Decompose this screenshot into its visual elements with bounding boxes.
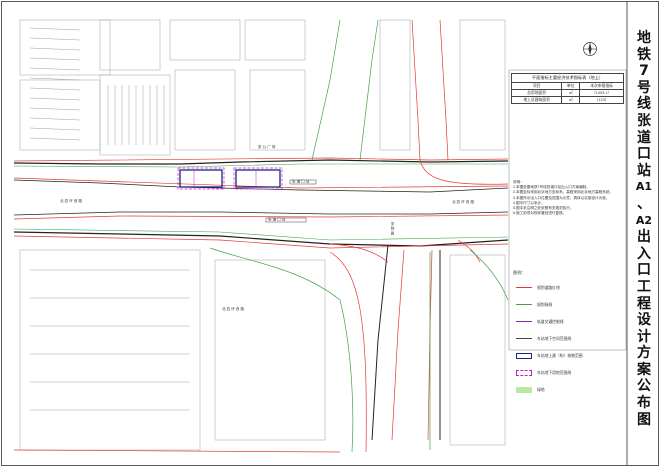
title-char: 计 (637, 328, 651, 345)
legend-item: 车站地下空间范围线 (513, 331, 623, 348)
title-char: A2 (635, 213, 653, 227)
title-char: A1 (635, 180, 653, 194)
table-header: 单位 (561, 82, 581, 90)
road-label-west: 北 四 环 西 路 (60, 198, 82, 203)
legend-swatch (516, 370, 532, 376)
legend-label: 车站地下空间范围线 (537, 337, 572, 341)
title-char: 线 (637, 96, 651, 113)
south-block-label: 北 四 环 西 路 (222, 306, 244, 311)
title-char: 布 (637, 395, 651, 412)
legend-swatch (516, 304, 532, 308)
title-char: 工 (637, 278, 651, 295)
title-char: 站 (637, 162, 651, 179)
title-char: 程 (637, 295, 651, 312)
title-char: 7 (639, 63, 649, 80)
legend: 图例： 规划道路红线 规划绿线轨道交通控制线车站地下空间范围线车站地上建（构）筑物… (513, 270, 623, 399)
red-line-lower (13, 251, 367, 453)
title-char: 铁 (637, 46, 651, 63)
indicator-table: 项目 单位 本次申报指标 总用地面积㎡（1403.1） 地上总建筑面积㎡（123） (510, 82, 624, 104)
legend-item: 车站地下用地范围线 (513, 365, 623, 382)
legend-item: 绿地 (513, 382, 623, 399)
legend-label: 车站地下用地范围线 (537, 371, 572, 375)
title-char: 案 (637, 361, 651, 378)
legend-label: 规划绿线 (537, 303, 553, 307)
legend-item: 车站地上建（构）筑物范围 (513, 348, 623, 365)
legend-label: 规划道路红线 (537, 286, 560, 290)
legend-item: 轨道交通控制线 (513, 314, 623, 331)
title-char: 张 (637, 112, 651, 129)
legend-title: 图例： (513, 270, 526, 275)
notes: 说明： 1.本图依据地铁7号线张道口站出入口方案编制。 2.本图坐标采用北京地方坐… (513, 180, 623, 216)
station-entrances (177, 167, 317, 223)
legend-swatch (516, 353, 532, 359)
drawing-sheet: 北 四 环 西 路 北 四 环 西 路 张 公 广 场 张 道 口 站 张 道 … (0, 0, 660, 467)
table-cell: （1403.1） (579, 89, 624, 97)
legend-label: 轨道交通控制线 (537, 320, 564, 324)
title-char: 号 (637, 79, 651, 96)
title-char: 方 (637, 345, 651, 362)
legend-item: 规划绿线 (513, 297, 623, 314)
legend-swatch (516, 321, 532, 325)
table-cell: 地上总建筑面积 (510, 96, 563, 104)
station-label: 张 道 口 站 (292, 179, 310, 184)
legend-label: 车站地上建（构）筑物范围 (537, 354, 583, 358)
entrance-a2 (235, 169, 281, 188)
note-line: 6.施工前须对现状管线进行复核。 (513, 211, 567, 216)
cross-road (329, 19, 509, 441)
table-cell: （123） (579, 96, 624, 104)
table-row: 地上总建筑面积㎡（123） (510, 96, 624, 104)
title-char: 口 (637, 262, 651, 279)
main-road (13, 157, 509, 249)
title-char: 口 (637, 146, 651, 163)
drawing-title: 地铁 7 号线张道口站 A1、 A2 出入口工程设计方案公布图 (628, 30, 660, 430)
table-header: 项目 (510, 82, 563, 90)
title-char: 出 (637, 229, 651, 246)
indicator-caption: 平面指标主要经济技术指标表（地上） (511, 73, 624, 82)
cross-road-label: 学 院 路 (390, 221, 395, 235)
title-char: 图 (637, 411, 651, 428)
title-char: 、 (637, 195, 651, 212)
table-cell: ㎡ (561, 89, 581, 97)
title-char: 入 (637, 245, 651, 262)
note-line: 2.本图坐标采用北京地方坐标系，高程采用北京地方高程系统。 (513, 190, 614, 195)
title-char: 设 (637, 312, 651, 329)
road-label-east: 北 四 环 西 路 (452, 199, 474, 204)
title-char: 公 (637, 378, 651, 395)
indicator-panel: 平面指标主要经济技术指标表（地上） 项目 单位 本次申报指标 总用地面积㎡（1403… (510, 73, 624, 104)
legend-swatch (516, 338, 532, 342)
legend-label: 绿地 (537, 388, 545, 392)
table-cell: ㎡ (561, 96, 581, 104)
legend-swatch (516, 287, 532, 291)
table-header: 本次申报指标 (579, 82, 624, 90)
title-char: 地 (637, 30, 651, 46)
entrance-a1-range (177, 167, 225, 190)
north-arrow-icon (583, 42, 597, 56)
legend-item: 规划道路红线 (513, 280, 623, 297)
table-cell: 总用地面积 (510, 89, 563, 97)
legend-swatch (516, 387, 532, 393)
north-lot-label: 张 公 广 场 (258, 144, 276, 149)
green-line (209, 19, 509, 453)
title-char: 道 (637, 129, 651, 146)
station-label-2: 张 道 口 站 (268, 217, 286, 222)
table-row: 总用地面积㎡（1403.1） (510, 89, 624, 97)
